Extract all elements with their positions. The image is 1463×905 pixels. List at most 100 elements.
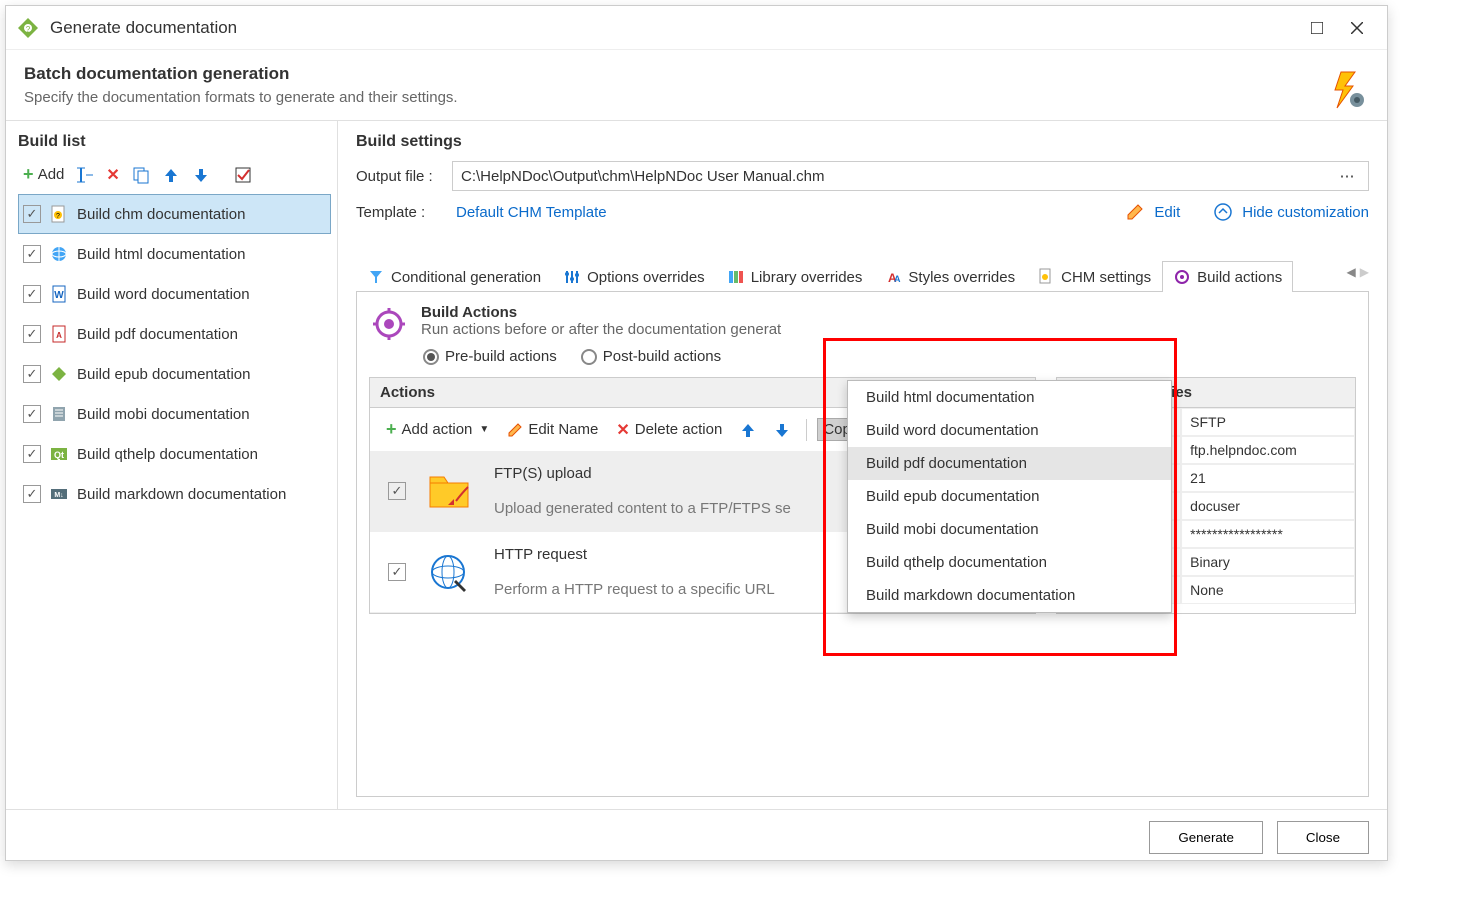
checkbox[interactable] (23, 325, 41, 343)
action-move-down-button[interactable] (768, 419, 796, 441)
tabs-scroll-left[interactable]: ◀ (1347, 265, 1356, 279)
move-up-button[interactable] (157, 163, 185, 187)
checkbox[interactable] (23, 405, 41, 423)
build-item-label: Build qthelp documentation (77, 446, 258, 463)
copy-to-build-dropdown: Build html documentation Build word docu… (847, 380, 1172, 613)
pencil-icon (507, 422, 523, 438)
rename-build-button[interactable] (71, 163, 99, 187)
build-item-label: Build word documentation (77, 286, 250, 303)
btn-label: Add action (402, 421, 473, 438)
generate-button[interactable]: Generate (1149, 821, 1263, 854)
tab-chm-settings[interactable]: CHM settings (1026, 261, 1162, 292)
build-list-item[interactable]: M↓ Build markdown documentation (18, 474, 331, 514)
checkbox[interactable] (23, 445, 41, 463)
prop-value[interactable]: ***************** (1181, 520, 1355, 548)
delete-action-button[interactable]: ✕Delete action (610, 417, 728, 443)
dropdown-item[interactable]: Build qthelp documentation (848, 546, 1171, 579)
build-list-item[interactable]: Build mobi documentation (18, 394, 331, 434)
dropdown-item[interactable]: Build markdown documentation (848, 579, 1171, 612)
output-file-input[interactable]: C:\HelpNDoc\Output\chm\HelpNDoc User Man… (452, 161, 1369, 191)
move-down-button[interactable] (187, 163, 215, 187)
build-list-toolbar: + Add ✕ (18, 161, 331, 188)
prop-value[interactable]: Binary (1181, 548, 1355, 576)
prop-value[interactable]: SFTP (1181, 408, 1355, 436)
svg-text:?: ? (26, 25, 31, 34)
mobi-icon (49, 404, 69, 424)
close-dialog-button[interactable]: Close (1277, 821, 1369, 854)
checkbox[interactable] (23, 285, 41, 303)
prop-value[interactable]: ftp.helpndoc.com (1181, 436, 1355, 464)
output-file-label: Output file : (356, 168, 446, 185)
checkbox[interactable] (23, 245, 41, 263)
check-all-button[interactable] (229, 163, 257, 187)
build-item-label: Build html documentation (77, 246, 245, 263)
gear-icon (1173, 268, 1191, 286)
dropdown-item[interactable]: Build mobi documentation (848, 513, 1171, 546)
add-build-button[interactable]: + Add (18, 161, 69, 188)
build-list-item[interactable]: ? Build chm documentation (18, 194, 331, 234)
header: Batch documentation generation Specify t… (6, 50, 1387, 121)
globe-icon (426, 552, 474, 592)
template-row: Template : Default CHM Template Edit Hid… (356, 203, 1369, 221)
edit-name-button[interactable]: Edit Name (501, 418, 604, 441)
checkbox[interactable] (23, 205, 41, 223)
checkbox[interactable] (23, 485, 41, 503)
tab-label: Library overrides (751, 269, 863, 286)
radio-label: Post-build actions (603, 348, 721, 365)
svg-text:M↓: M↓ (54, 492, 63, 499)
header-title: Batch documentation generation (24, 64, 1369, 84)
post-build-radio[interactable]: Post-build actions (581, 348, 721, 365)
prop-value[interactable]: None (1181, 576, 1355, 604)
btn-label: Delete action (635, 421, 723, 438)
tab-styles-overrides[interactable]: AA Styles overrides (873, 261, 1026, 292)
window-title: Generate documentation (50, 18, 1297, 38)
build-list-item[interactable]: Build html documentation (18, 234, 331, 274)
app-icon: ? (16, 16, 40, 40)
build-item-label: Build chm documentation (77, 206, 245, 223)
build-list-panel: Build list + Add ✕ (6, 121, 338, 809)
gear-icon (369, 304, 409, 344)
qt-icon: Qt (49, 444, 69, 464)
tabs-scroll-right[interactable]: ▶ (1360, 265, 1369, 279)
hide-customization-link[interactable]: Hide customization (1242, 204, 1369, 221)
copy-build-button[interactable] (127, 163, 155, 187)
edit-link[interactable]: Edit (1154, 204, 1180, 221)
build-actions-title: Build Actions (421, 304, 781, 321)
tabs-bar: Conditional generation Options overrides… (356, 261, 1369, 292)
checkbox[interactable] (388, 563, 406, 581)
checkbox[interactable] (23, 365, 41, 383)
dropdown-item[interactable]: Build word documentation (848, 414, 1171, 447)
browse-button[interactable]: ⋯ (1334, 167, 1360, 185)
radio-label: Pre-build actions (445, 348, 557, 365)
pre-build-radio[interactable]: Pre-build actions (423, 348, 557, 365)
build-list-item[interactable]: Qt Build qthelp documentation (18, 434, 331, 474)
build-settings-heading: Build settings (356, 133, 1369, 151)
maximize-button[interactable] (1297, 8, 1337, 48)
dropdown-item[interactable]: Build pdf documentation (848, 447, 1171, 480)
build-item-label: Build mobi documentation (77, 406, 250, 423)
arrow-up-icon (740, 422, 756, 438)
template-link[interactable]: Default CHM Template (456, 204, 607, 221)
build-list-item[interactable]: W Build word documentation (18, 274, 331, 314)
checkbox[interactable] (388, 482, 406, 500)
prop-value[interactable]: 21 (1181, 464, 1355, 492)
build-list-item[interactable]: A Build pdf documentation (18, 314, 331, 354)
markdown-icon: M↓ (49, 484, 69, 504)
tab-build-actions[interactable]: Build actions (1162, 261, 1293, 292)
build-list-item[interactable]: Build epub documentation (18, 354, 331, 394)
tab-content: Build Actions Run actions before or afte… (356, 292, 1369, 797)
delete-build-button[interactable]: ✕ (101, 162, 124, 188)
add-action-button[interactable]: +Add action▼ (380, 416, 495, 443)
tab-library-overrides[interactable]: Library overrides (716, 261, 874, 292)
close-button[interactable] (1337, 8, 1377, 48)
prop-value[interactable]: docuser (1181, 492, 1355, 520)
dropdown-item[interactable]: Build epub documentation (848, 480, 1171, 513)
dropdown-item[interactable]: Build html documentation (848, 381, 1171, 414)
header-subtitle: Specify the documentation formats to gen… (24, 89, 1369, 106)
tab-label: CHM settings (1061, 269, 1151, 286)
build-item-label: Build markdown documentation (77, 486, 286, 503)
action-move-up-button[interactable] (734, 419, 762, 441)
tab-conditional-generation[interactable]: Conditional generation (356, 261, 552, 292)
build-item-label: Build epub documentation (77, 366, 250, 383)
tab-options-overrides[interactable]: Options overrides (552, 261, 716, 292)
